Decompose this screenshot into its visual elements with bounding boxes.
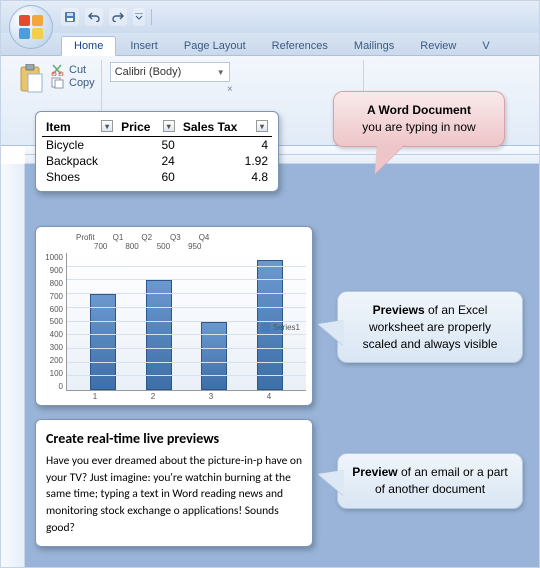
paste-button[interactable] xyxy=(11,62,51,96)
chart-bar xyxy=(146,280,172,390)
excel-chart-preview-panel: ProfitQ1Q2Q3Q4700800500950 1000900800700… xyxy=(35,226,313,406)
quick-access-toolbar xyxy=(1,1,539,33)
table-header[interactable]: Sales Tax▾ xyxy=(179,118,272,137)
tab-page-layout[interactable]: Page Layout xyxy=(172,37,258,55)
table-row: Backpack241.92 xyxy=(42,153,272,169)
callout-excel-preview: Previews of an Excel worksheet are prope… xyxy=(337,291,523,363)
chart-legend: Series1 xyxy=(261,323,300,332)
chevron-down-icon: ▼ xyxy=(217,68,225,77)
font-x-indicator: × xyxy=(227,84,233,95)
cut-button[interactable]: Cut xyxy=(51,64,95,76)
table-header[interactable]: Price▾ xyxy=(117,118,179,137)
copy-icon xyxy=(51,77,65,89)
filter-dropdown-icon[interactable]: ▾ xyxy=(163,120,175,132)
cut-label: Cut xyxy=(69,64,86,76)
office-button[interactable] xyxy=(9,5,53,49)
scissors-icon xyxy=(51,64,65,76)
qat-separator xyxy=(151,9,152,25)
doc-preview-body: Have you ever dreamed about the picture-… xyxy=(46,453,302,536)
qat-customize-button[interactable] xyxy=(133,8,145,26)
tab-v[interactable]: V xyxy=(470,37,501,55)
callout-email-preview: Preview of an email or a part of another… xyxy=(337,453,523,509)
tab-home[interactable]: Home xyxy=(61,36,116,56)
font-family-combobox[interactable]: Calibri (Body) ▼ xyxy=(110,62,230,82)
chart-bar xyxy=(201,322,227,391)
tab-review[interactable]: Review xyxy=(408,37,468,55)
save-button[interactable] xyxy=(61,8,79,26)
doc-preview-title: Create real-time live previews xyxy=(46,430,302,447)
document-preview-panel: Create real-time live previews Have you … xyxy=(35,419,313,547)
tab-mailings[interactable]: Mailings xyxy=(342,37,406,55)
word-window: HomeInsertPage LayoutReferencesMailingsR… xyxy=(0,0,540,568)
undo-button[interactable] xyxy=(85,8,103,26)
filter-dropdown-icon[interactable]: ▾ xyxy=(101,120,113,132)
table-header[interactable]: Item▾ xyxy=(42,118,117,137)
office-logo-icon xyxy=(19,15,43,39)
filter-dropdown-icon[interactable]: ▾ xyxy=(256,120,268,132)
copy-label: Copy xyxy=(69,77,95,89)
tab-references[interactable]: References xyxy=(260,37,340,55)
callout-word-doc: A Word Documentyou are typing in now xyxy=(333,91,505,147)
vertical-ruler[interactable] xyxy=(1,164,25,567)
excel-table-preview-panel: Item▾Price▾Sales Tax▾ Bicycle504Backpack… xyxy=(35,111,279,192)
tab-insert[interactable]: Insert xyxy=(118,37,170,55)
redo-button[interactable] xyxy=(109,8,127,26)
copy-button[interactable]: Copy xyxy=(51,77,95,89)
table-row: Shoes604.8 xyxy=(42,169,272,185)
ribbon-tabs: HomeInsertPage LayoutReferencesMailingsR… xyxy=(1,33,539,56)
table-row: Bicycle504 xyxy=(42,137,272,154)
preview-table: Item▾Price▾Sales Tax▾ Bicycle504Backpack… xyxy=(42,118,272,185)
